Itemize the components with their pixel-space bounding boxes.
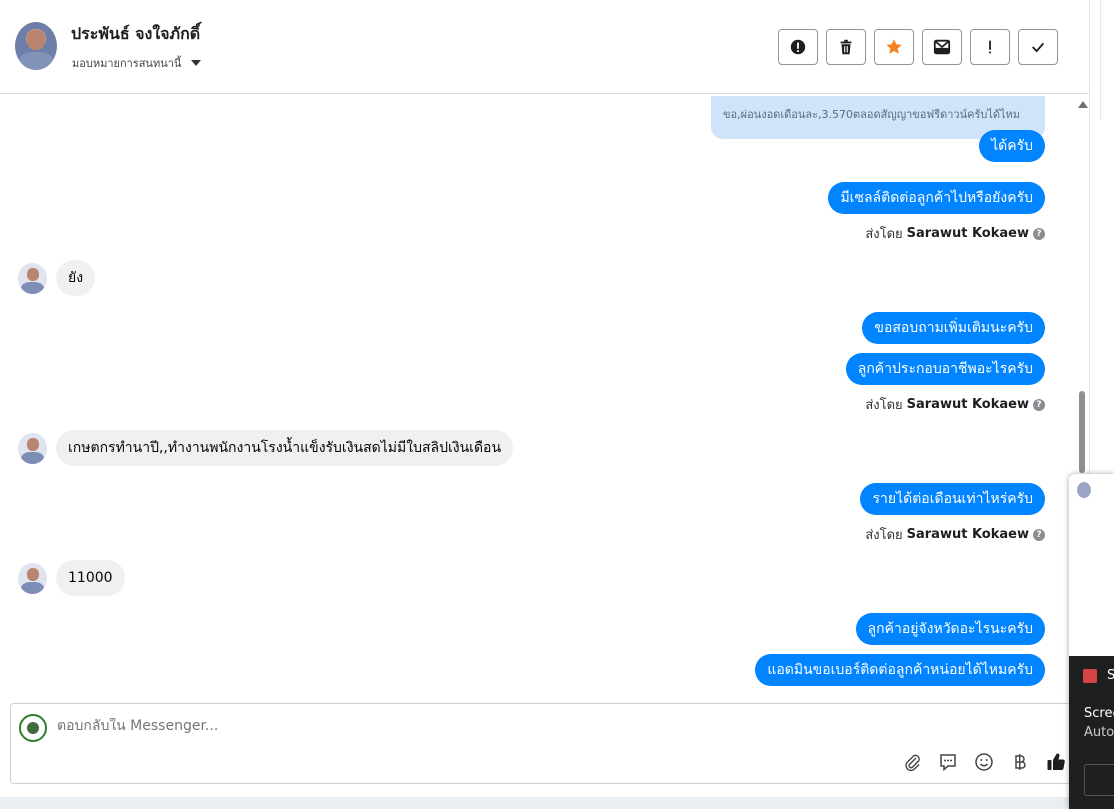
alert-circle-icon [790,39,806,55]
delete-button[interactable] [826,29,866,65]
exclamation-icon [989,40,991,54]
sent-by-label: ส่งโดย Sarawut Kokaew ? [865,223,1045,244]
header-actions [778,29,1058,65]
help-icon[interactable]: ? [1033,528,1045,541]
help-icon[interactable]: ? [1033,227,1045,240]
notification-body: Auto [1084,725,1114,740]
notification-button[interactable] [1084,764,1114,796]
notification-app-initial: S [1107,668,1114,683]
page-avatar [19,714,47,742]
incoming-message-row: เกษตกรทำนาปี,,ทำงานพนักงานโรงน้ำแข็งรับเ… [18,430,514,466]
incoming-message-row: ยัง [18,260,96,296]
message-incoming[interactable]: 11000 [56,560,125,596]
follow-up-button[interactable] [970,29,1010,65]
notification-title: Scree [1084,706,1114,721]
message-incoming[interactable]: เกษตกรทำนาปี,,ทำงานพนักงานโรงน้ำแข็งรับเ… [56,430,514,466]
contact-avatar-small [18,432,47,464]
conversation-panel: ประพันธ์ จงใจภักดิ์ มอบหมายการสนทนานี้ ข… [0,0,1089,797]
message-outgoing[interactable]: ลูกค้าอยู่จังหวัดอะไรนะครับ [855,613,1045,645]
mark-done-button[interactable] [1018,29,1058,65]
reply-input[interactable] [57,718,957,734]
help-icon[interactable]: ? [1033,398,1045,411]
scroll-thumb[interactable] [1079,391,1085,473]
preview-popup[interactable]: S Scree Auto [1069,474,1114,809]
composer-toolbar [901,751,1067,773]
message-outgoing[interactable]: มีเซลล์ติดต่อลูกค้าไปหรือยังครับ [828,182,1045,214]
message-outgoing[interactable]: แอดมินขอเบอร์ติดต่อลูกค้าหน่อยได้ไหมครับ [755,654,1045,686]
smiley-icon[interactable] [973,751,995,773]
contact-name[interactable]: ประพันธ์ จงใจภักดิ์ [71,22,200,47]
screenshot-notification[interactable]: S Scree Auto [1069,656,1114,809]
incoming-message-row: 11000 [18,560,125,596]
sent-by-label: ส่งโดย Sarawut Kokaew ? [865,394,1045,415]
popup-avatar [1077,482,1091,498]
baht-icon[interactable] [1009,751,1031,773]
star-button[interactable] [874,29,914,65]
contact-avatar[interactable] [15,22,57,70]
envelope-icon [933,39,951,55]
snipping-tool-icon [1083,669,1097,683]
caret-down-icon [191,60,202,66]
message-incoming[interactable]: ยัง [56,260,96,296]
chat-bubble-icon[interactable] [937,751,959,773]
mark-spam-button[interactable] [778,29,818,65]
divider [1100,0,1101,120]
assign-label: มอบหมายการสนทนานี้ [72,57,182,70]
message-outgoing[interactable]: ได้ครับ [979,130,1045,162]
contact-avatar-small [18,262,47,294]
scroll-up-arrow-icon[interactable] [1078,101,1088,108]
assign-conversation-dropdown[interactable]: มอบหมายการสนทนานี้ [72,54,202,72]
star-icon [886,39,902,54]
contact-avatar-small [18,562,47,594]
move-to-inbox-button[interactable] [922,29,962,65]
message-outgoing[interactable]: ขอสอบถามเพิ่มเติมนะครับ [862,312,1045,344]
conversation-header: ประพันธ์ จงใจภักดิ์ มอบหมายการสนทนานี้ [0,0,1089,94]
checkmark-icon [1031,42,1045,53]
sent-by-label: ส่งโดย Sarawut Kokaew ? [865,524,1045,545]
message-list[interactable]: ขอ,ผ่อนงอดเดือนละ,3.570ตลอดสัญญาขอฟรีดาว… [0,95,1072,700]
trash-icon [840,39,852,55]
paperclip-icon[interactable] [901,751,923,773]
thumbs-up-icon[interactable] [1045,751,1067,773]
message-outgoing[interactable]: ลูกค้าประกอบอาชีพอะไรครับ [845,353,1045,385]
reply-composer [10,703,1072,784]
message-outgoing[interactable]: รายได้ต่อเดือนเท่าไหร่ครับ [860,483,1045,515]
